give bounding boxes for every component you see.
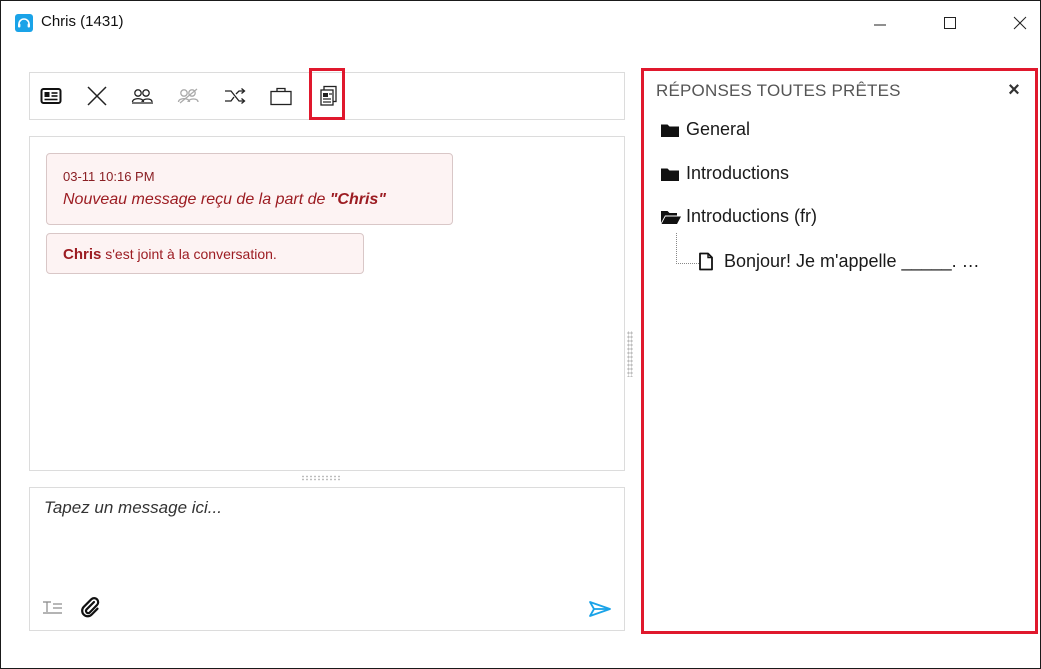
message-input[interactable]: Tapez un message ici... [44,498,222,518]
message-bubble: 03-11 10:16 PM Nouveau message reçu de l… [46,153,453,225]
headset-icon [15,14,33,32]
paperclip-icon[interactable] [80,596,100,623]
tree-folder-label: Introductions [686,163,790,183]
folder-icon [660,166,686,182]
users-disabled-icon [177,88,199,104]
remove-users-button[interactable] [174,81,204,111]
contact-card-icon [40,88,62,104]
tree-folder-introductions-fr[interactable]: Introductions (fr) [660,206,817,227]
transfer-icon [225,88,246,104]
maximize-button[interactable] [927,1,973,45]
close-window-button[interactable] [997,1,1041,45]
briefcase-button[interactable] [266,81,296,111]
minimize-button[interactable] [857,1,903,45]
folder-icon [660,122,686,138]
join-message-text: s'est joint à la conversation. [101,246,277,262]
panel-title: RÉPONSES TOUTES PRÊTES [656,81,901,100]
document-icon [698,252,724,271]
message-timestamp: 03-11 10:16 PM [63,169,155,184]
transfer-button[interactable] [220,81,250,111]
tree-response-label: Bonjour! Je m'appelle _____. … [724,251,980,271]
text-format-icon[interactable] [42,600,64,619]
system-message-bubble: Chris s'est joint à la conversation. [46,233,364,274]
message-sender: "Chris" [329,191,386,208]
folder-open-icon [660,209,686,225]
close-x-icon [87,86,107,106]
message-text: Nouveau message reçu de la part de "Chri… [63,191,386,209]
contact-card-button[interactable] [36,81,66,111]
tree-folder-label: Introductions (fr) [686,206,818,226]
message-text-prefix: Nouveau message reçu de la part de [63,191,330,208]
vertical-resize-handle[interactable] [627,331,633,377]
chat-messages[interactable]: 03-11 10:16 PM Nouveau message reçu de l… [29,136,625,471]
tree-folder-label: General [686,119,751,139]
title-bar[interactable]: Chris (1431) [1,1,1040,45]
tree-response-item[interactable]: Bonjour! Je m'appelle _____. … [698,251,980,272]
join-message: Chris s'est joint à la conversation. [63,246,277,263]
canned-responses-highlight [309,68,345,120]
send-icon[interactable] [588,600,612,623]
message-composer[interactable]: Tapez un message ici... [29,487,625,631]
tree-folder-general[interactable]: General [660,119,750,140]
horizontal-resize-handle[interactable] [301,475,341,481]
chat-window: Chris (1431) 03-11 10:16 PM Nouveau mess… [0,0,1041,669]
tree-folder-introductions[interactable]: Introductions [660,163,789,184]
briefcase-icon [270,87,292,106]
end-chat-button[interactable] [82,81,112,111]
invite-users-button[interactable] [128,81,158,111]
join-message-name: Chris [63,246,102,263]
close-panel-button[interactable]: × [1004,79,1024,102]
canned-responses-panel: RÉPONSES TOUTES PRÊTES × General Introdu… [641,68,1038,634]
users-icon [131,89,153,104]
tree-connector [676,233,699,264]
window-title: Chris (1431) [41,13,124,30]
